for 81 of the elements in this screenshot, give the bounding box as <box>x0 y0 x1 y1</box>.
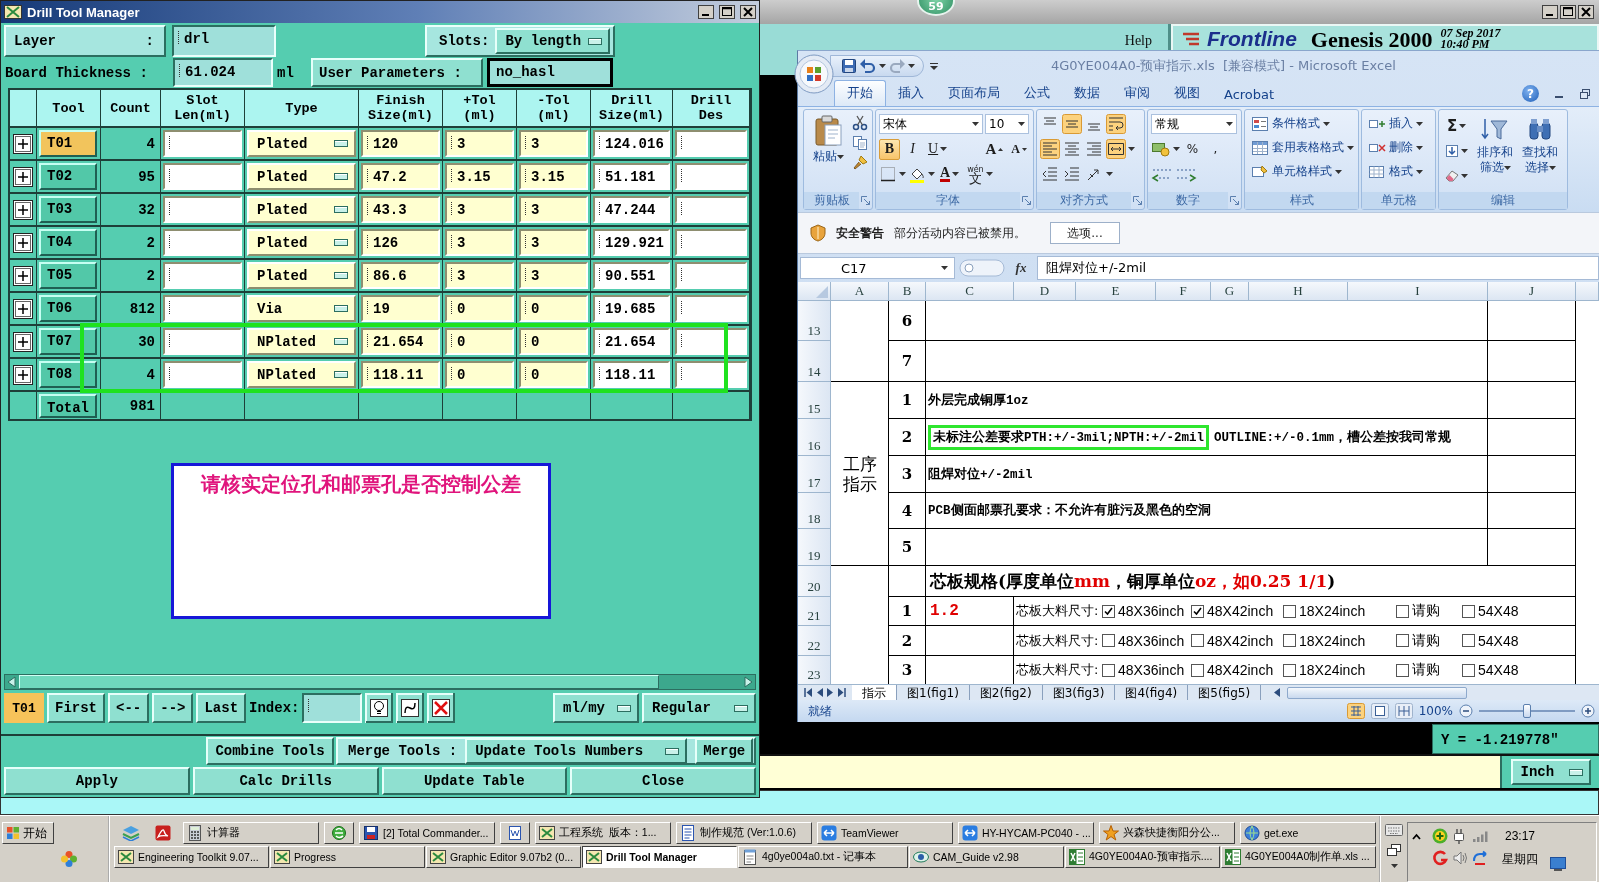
status-text: 就绪 <box>808 702 832 720</box>
separator-text: : <box>145 33 154 49</box>
group-label: 数字 <box>1148 192 1228 209</box>
column-header: Slot Len(ml) <box>161 90 245 126</box>
note-text: 请核实定位孔和邮票孔是否控制公差 <box>201 472 521 496</box>
tool-count: 2 <box>101 260 161 291</box>
coordinate-readout: Y = -1.219778" <box>1432 724 1599 754</box>
column-header: Tool <box>37 90 101 126</box>
column-header: +Tol (ml) <box>443 90 517 126</box>
option-label: 18X24inch <box>1299 662 1366 678</box>
group-label: 单元格 <box>1362 192 1435 209</box>
logo-text: Frontline <box>1207 27 1297 51</box>
tool-count: 95 <box>101 161 161 192</box>
warning-title: 安全警告 <box>836 224 884 242</box>
window-title: Drill Tool Manager <box>27 4 141 20</box>
tool-count: 32 <box>101 194 161 225</box>
option-label: 请购 <box>1412 631 1440 650</box>
option-label: 54X48 <box>1478 632 1519 649</box>
unit-label: ml <box>277 63 295 83</box>
warning-message: 部分活动内容已被禁用。 <box>894 224 1026 242</box>
column-header: Finish Size(ml) <box>359 90 443 126</box>
tool-count: 4 <box>101 128 161 159</box>
item-number: 3 <box>889 456 926 493</box>
thickness-value: 1.2 <box>926 597 1014 626</box>
group-label: 字体 <box>876 192 1020 209</box>
size-label: 芯板大料尺寸: <box>1016 661 1100 679</box>
total-label: Total <box>39 393 97 418</box>
item-number: 4 <box>889 493 926 529</box>
board-thickness-label: Board Thickness : <box>5 63 149 83</box>
option-label: 48X42inch <box>1207 603 1274 619</box>
section-label: 工序指示 <box>841 453 878 494</box>
size-label: 芯板大料尺寸: <box>1016 631 1100 650</box>
column-header: -Tol (ml) <box>517 90 591 126</box>
option-label: 18X24inch <box>1299 632 1366 649</box>
tool-count: 2 <box>101 227 161 258</box>
zoom-level-text: 100% <box>1418 704 1453 718</box>
group-label: 剪贴板 <box>804 192 859 209</box>
item-number: 6 <box>889 301 926 341</box>
option-label: 18X24inch <box>1299 603 1366 619</box>
window-title: 4G0YE004A0-预审指示.xls [兼容模式] - Microsoft Excel <box>1051 57 1396 75</box>
column-header: Drill Size(ml) <box>591 90 673 126</box>
option-label: 请购 <box>1412 661 1440 679</box>
clock-time: 23:17 <box>1505 829 1535 843</box>
group-label: 编辑 <box>1439 192 1567 209</box>
column-header: Drill Des <box>673 90 750 126</box>
cell-text: 外层完成铜厚1oz <box>928 391 1029 409</box>
column-header: Count <box>101 90 161 126</box>
tool-count: 812 <box>101 293 161 324</box>
item-number: 1 <box>889 597 926 626</box>
time-text: 10:40 PM <box>1440 39 1491 50</box>
option-label: 48X36inch <box>1118 632 1185 649</box>
option-label: 48X42inch <box>1207 632 1274 649</box>
item-number: 2 <box>889 419 926 456</box>
option-label: 48X36inch <box>1118 662 1185 678</box>
clock-day: 星期四 <box>1502 851 1538 868</box>
option-label: 54X48 <box>1478 603 1519 619</box>
section-heading: 芯板规格(厚度单位mm，铜厚单位oz，如0.25 1/1) <box>926 566 1576 597</box>
merge-label: Merge Tools : <box>348 743 458 759</box>
cell-text: PCB侧面邮票孔要求：不允许有脏污及黑色的空洞 <box>928 502 1211 519</box>
option-label: 48X36inch <box>1118 603 1185 619</box>
option-label: 48X42inch <box>1207 662 1274 678</box>
item-number: 2 <box>889 626 926 656</box>
date-text: 07 Sep 2017 <box>1440 28 1501 39</box>
item-number: 5 <box>889 529 926 566</box>
index-label: Index: <box>249 699 300 718</box>
group-label: 样式 <box>1245 192 1358 209</box>
item-number: 7 <box>889 341 926 382</box>
option-label: 54X48 <box>1478 662 1519 678</box>
total-count: 981 <box>101 392 161 419</box>
current-tool-label: T01 <box>4 693 44 723</box>
column-header: Type <box>245 90 359 126</box>
product-name: Genesis 2000 <box>1310 27 1433 53</box>
slots-label: Slots: <box>439 33 490 49</box>
option-label: 请购 <box>1412 602 1440 620</box>
layer-label: Layer <box>14 33 56 49</box>
cell-text: 未标注公差要求PTH:+/-3mil;NPTH:+/-2mil <box>933 430 1205 445</box>
group-label: 对齐方式 <box>1037 192 1131 209</box>
cell-text: OUTLINE:+/-0.1mm，槽公差按我司常规 <box>1214 429 1452 446</box>
size-label: 芯板大料尺寸: <box>1016 602 1100 620</box>
cell-text: 阻焊对位+/-2mil <box>928 466 1033 483</box>
item-number: 1 <box>889 382 926 419</box>
